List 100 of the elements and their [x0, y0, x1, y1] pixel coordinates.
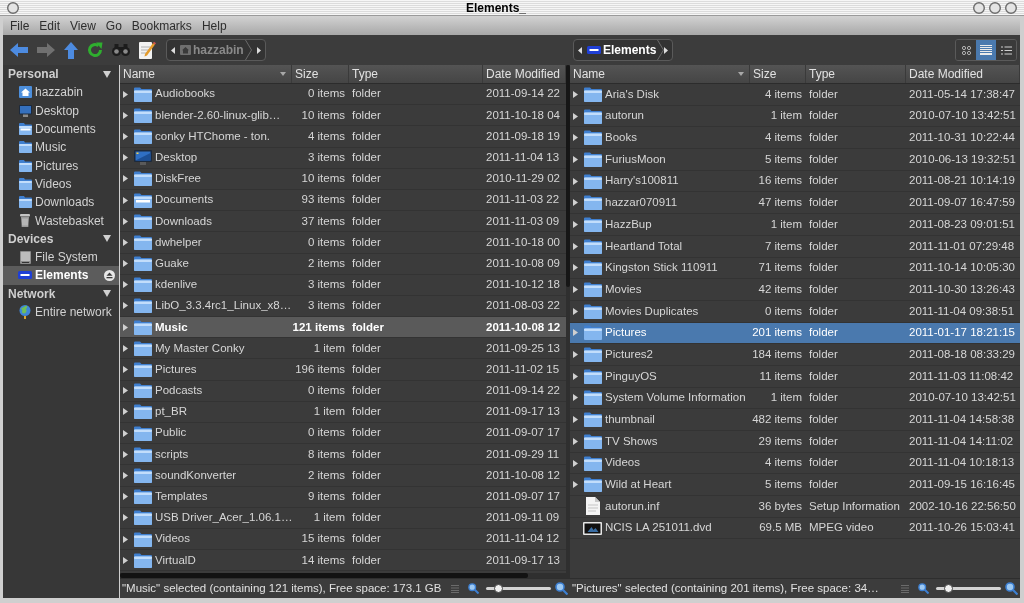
- file-row[interactable]: hazzar070911 47 items folder 2011-09-07 16:47:59: [570, 192, 1020, 215]
- left-triangle-icon[interactable]: [578, 46, 582, 54]
- path-button[interactable]: Elements: [587, 41, 657, 59]
- up-arrow-icon[interactable]: [64, 41, 78, 59]
- file-row[interactable]: Guake 2 items folder 2011-10-08 09: [120, 253, 566, 275]
- scrollbar-thumb[interactable]: [566, 65, 570, 287]
- expander-icon[interactable]: [123, 281, 128, 289]
- zoom-slider[interactable]: [486, 584, 551, 593]
- file-row[interactable]: pt_BR 1 item folder 2011-09-17 13: [120, 401, 566, 423]
- sidebar-item[interactable]: Videos: [3, 174, 119, 194]
- expander-icon[interactable]: [123, 90, 128, 98]
- path-button[interactable]: hazzabin: [180, 41, 244, 59]
- notepad-pencil-icon[interactable]: [139, 41, 156, 59]
- back-arrow-icon[interactable]: [10, 43, 28, 57]
- file-row[interactable]: conky HTChome - ton. 4 items folder 2011-09-18 19: [120, 126, 566, 148]
- sidebar-item[interactable]: Desktop: [3, 101, 119, 120]
- expander-icon[interactable]: [573, 307, 578, 315]
- expander-icon[interactable]: [573, 199, 578, 207]
- expander-icon[interactable]: [573, 90, 578, 98]
- file-row[interactable]: FuriusMoon 5 items folder 2010-06-13 19:32:51: [570, 149, 1020, 171]
- eject-icon[interactable]: [104, 269, 115, 281]
- menu-item[interactable]: Edit: [39, 19, 61, 32]
- file-row[interactable]: System Volume Information 1 item folder 2010-07-10 13:42:51: [570, 387, 1020, 410]
- file-row[interactable]: NCIS LA 251011.dvd 69.5 MB MPEG video 2011-10-26 15:03:41: [570, 517, 1020, 540]
- file-row[interactable]: Pictures2 184 items folder 2011-08-18 08:33:29: [570, 344, 1020, 366]
- file-row[interactable]: scripts 8 items folder 2011-09-29 11: [120, 444, 566, 466]
- right-triangle-icon[interactable]: [664, 46, 669, 54]
- file-row[interactable]: Wild at Heart 5 items folder 2011-09-15 16:16:45: [570, 474, 1020, 497]
- expander-icon[interactable]: [573, 177, 578, 185]
- expander-icon[interactable]: [123, 196, 128, 204]
- sidebar-item[interactable]: Documents: [3, 119, 119, 139]
- magnifier-icon[interactable]: [1005, 582, 1018, 595]
- file-row[interactable]: My Master Conky 1 item folder 2011-09-25 13: [120, 338, 566, 360]
- file-row[interactable]: Music 121 items folder 2011-10-08 12: [120, 317, 566, 339]
- reload-icon[interactable]: [87, 42, 103, 58]
- expander-icon[interactable]: [573, 416, 578, 424]
- menu-item[interactable]: View: [70, 19, 96, 32]
- file-row[interactable]: Harry's100811 16 items folder 2011-08-21 10:14:19: [570, 170, 1020, 193]
- file-row[interactable]: DiskFree 10 items folder 2010-11-29 02: [120, 168, 566, 190]
- disclosure-triangle-icon[interactable]: [103, 70, 111, 78]
- sidebar-item[interactable]: Downloads: [3, 193, 119, 212]
- expander-icon[interactable]: [123, 493, 128, 501]
- expander-icon[interactable]: [573, 481, 578, 489]
- sidebar-item[interactable]: Entire network: [3, 302, 119, 322]
- column-header[interactable]: Type: [806, 65, 906, 83]
- slider-thumb[interactable]: [494, 584, 504, 593]
- expander-icon[interactable]: [123, 260, 128, 268]
- column-header[interactable]: Date Modified: [906, 65, 1020, 83]
- file-row[interactable]: USB Driver_Acer_1.06.1… 1 item folder 2011-09-11 09: [120, 507, 566, 529]
- expander-icon[interactable]: [123, 514, 128, 522]
- expander-icon[interactable]: [573, 459, 578, 467]
- file-row[interactable]: Templates 9 items folder 2011-09-07 17: [120, 486, 566, 508]
- expander-icon[interactable]: [123, 535, 128, 543]
- magnifier-icon[interactable]: [468, 583, 479, 594]
- file-row[interactable]: blender-2.60-linux-glib… 10 items folder 2011-10-18 04: [120, 105, 566, 127]
- file-row[interactable]: Pictures 196 items folder 2011-11-02 15: [120, 359, 566, 381]
- expander-icon[interactable]: [573, 242, 578, 250]
- file-row[interactable]: Documents 93 items folder 2011-11-03 22: [120, 189, 566, 212]
- binoculars-icon[interactable]: [112, 44, 130, 56]
- expander-icon[interactable]: [123, 387, 128, 395]
- expander-icon[interactable]: [123, 238, 128, 246]
- disclosure-triangle-icon[interactable]: [103, 235, 111, 243]
- file-row[interactable]: Books 4 items folder 2011-10-31 10:22:44: [570, 127, 1020, 150]
- circle-icon[interactable]: [1005, 1, 1017, 14]
- left-triangle-icon[interactable]: [171, 46, 175, 54]
- right-triangle-icon[interactable]: [257, 46, 261, 54]
- menu-item[interactable]: Go: [105, 19, 122, 32]
- expander-icon[interactable]: [123, 471, 128, 479]
- file-row[interactable]: Videos 4 items folder 2011-11-04 10:18:13: [570, 452, 1020, 475]
- zoom-slider[interactable]: [936, 584, 1001, 593]
- expander-icon[interactable]: [573, 372, 578, 380]
- expander-icon[interactable]: [123, 408, 128, 416]
- expander-icon[interactable]: [573, 134, 578, 142]
- file-row[interactable]: PinguyOS 11 items folder 2011-11-03 11:08:42: [570, 365, 1020, 388]
- expander-icon[interactable]: [123, 302, 128, 310]
- expander-icon[interactable]: [123, 132, 128, 140]
- menu-item[interactable]: File: [10, 19, 30, 32]
- sidebar-item[interactable]: Elements: [3, 266, 119, 285]
- expander-icon[interactable]: [573, 437, 578, 445]
- file-row[interactable]: Heartland Total 7 items folder 2011-11-01 07:29:48: [570, 235, 1020, 258]
- expander-icon[interactable]: [573, 112, 578, 120]
- file-row[interactable]: soundKonverter 2 items folder 2011-10-08 12: [120, 465, 566, 487]
- sidebar-item[interactable]: Pictures: [3, 156, 119, 175]
- magnifier-icon[interactable]: [918, 583, 929, 594]
- expander-icon[interactable]: [123, 323, 128, 331]
- expander-icon[interactable]: [573, 351, 578, 359]
- expander-icon[interactable]: [123, 111, 128, 119]
- expander-icon[interactable]: [123, 217, 128, 225]
- sidebar-item[interactable]: File System: [3, 247, 119, 267]
- file-row[interactable]: Pictures 201 items folder 2011-01-17 18:21:15: [570, 322, 1020, 345]
- file-row[interactable]: Aria's Disk 4 items folder 2011-05-14 17:38:47: [570, 84, 1020, 106]
- file-row[interactable]: Public 0 items folder 2011-09-07 17: [120, 423, 566, 445]
- file-row[interactable]: thumbnail 482 items folder 2011-11-04 14:58:38: [570, 409, 1020, 431]
- sidebar-item[interactable]: Wastebasket: [3, 211, 119, 230]
- disclosure-triangle-icon[interactable]: [103, 290, 111, 298]
- column-header[interactable]: Type: [349, 65, 483, 83]
- expander-icon[interactable]: [573, 286, 578, 294]
- file-row[interactable]: Movies 42 items folder 2011-10-30 13:26:43: [570, 279, 1020, 301]
- circle-icon[interactable]: [989, 1, 1001, 14]
- file-row[interactable]: autorun.inf 36 bytes Setup Information 2002-10-16 22:56:50: [570, 496, 1020, 518]
